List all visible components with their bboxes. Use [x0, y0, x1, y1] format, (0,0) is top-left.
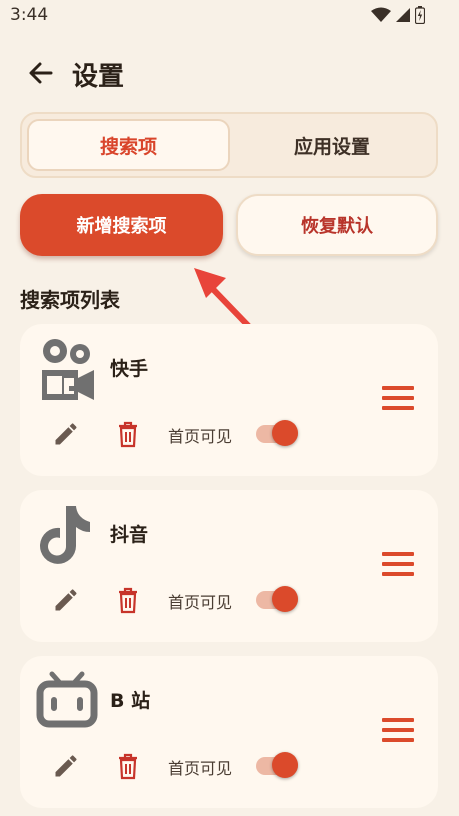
trash-icon — [119, 587, 137, 614]
item-name: B 站 — [110, 690, 151, 712]
edit-button[interactable] — [52, 420, 80, 448]
trash-icon — [119, 753, 137, 780]
battery-icon — [415, 6, 425, 24]
homepage-visible-toggle[interactable] — [256, 752, 298, 778]
homepage-visible-label: 首页可见 — [168, 759, 233, 778]
status-icons — [371, 6, 425, 24]
drag-handle-icon[interactable] — [382, 386, 414, 414]
item-name: 快手 — [110, 358, 149, 380]
signal-icon — [396, 8, 410, 22]
section-title: 搜索项列表 — [20, 288, 120, 312]
search-item-card-bilibili: B 站 首页可见 — [20, 656, 438, 808]
delete-button[interactable] — [116, 752, 140, 780]
status-time: 3:44 — [10, 5, 49, 25]
status-bar: 3:44 — [0, 0, 459, 32]
tab-search-items[interactable]: 搜索项 — [27, 119, 230, 171]
app-bar: 设置 — [0, 48, 459, 98]
edit-button[interactable] — [52, 586, 80, 614]
toggle-knob — [272, 586, 298, 612]
homepage-visible-label: 首页可见 — [168, 427, 233, 446]
item-name: 抖音 — [110, 524, 149, 546]
wifi-icon — [371, 7, 391, 22]
pencil-icon — [55, 755, 77, 777]
search-item-card-kuaishou: 快手 首页可见 — [20, 324, 438, 476]
restore-default-button[interactable]: 恢复默认 — [236, 194, 438, 256]
pencil-icon — [55, 589, 77, 611]
delete-button[interactable] — [116, 420, 140, 448]
trash-icon — [119, 421, 137, 448]
kuaishou-logo-icon — [42, 339, 94, 400]
add-search-item-button[interactable]: 新增搜索项 — [20, 194, 223, 256]
drag-handle-icon[interactable] — [382, 718, 414, 746]
page-title: 设置 — [72, 62, 125, 92]
search-item-card-douyin: 抖音 首页可见 — [20, 490, 438, 642]
edit-button[interactable] — [52, 752, 80, 780]
toggle-knob — [272, 752, 298, 778]
douyin-logo-icon — [40, 506, 90, 564]
homepage-visible-label: 首页可见 — [168, 593, 233, 612]
homepage-visible-toggle[interactable] — [256, 420, 298, 446]
drag-handle-icon[interactable] — [382, 552, 414, 580]
delete-button[interactable] — [116, 586, 140, 614]
settings-tabs: 搜索项 应用设置 — [20, 112, 438, 178]
back-button[interactable] — [26, 58, 56, 88]
pencil-icon — [55, 423, 77, 445]
homepage-visible-toggle[interactable] — [256, 586, 298, 612]
bilibili-logo-icon — [36, 671, 98, 728]
tab-app-settings[interactable]: 应用设置 — [232, 119, 432, 171]
arrow-left-icon — [29, 62, 53, 84]
toggle-knob — [272, 420, 298, 446]
